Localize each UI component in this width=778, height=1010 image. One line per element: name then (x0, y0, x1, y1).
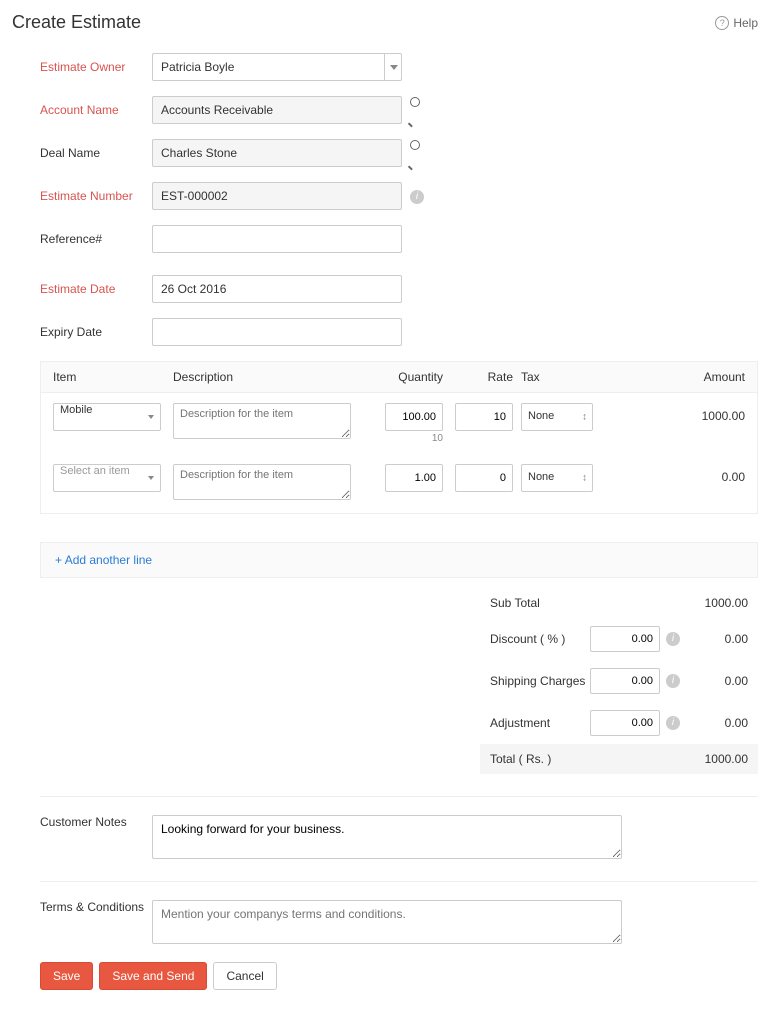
line-items-header: Item Description Quantity Rate Tax Amoun… (41, 362, 757, 393)
item-select[interactable]: Select an item (53, 464, 161, 492)
plus-icon: + (55, 553, 65, 567)
save-and-send-button[interactable]: Save and Send (99, 962, 207, 990)
shipping-label: Shipping Charges (490, 674, 590, 688)
terms-input[interactable] (152, 900, 622, 944)
chevron-down-icon[interactable] (384, 53, 402, 81)
col-rate-header: Rate (443, 370, 513, 384)
total-value: 1000.00 (590, 752, 748, 766)
add-line-link[interactable]: + Add another line (55, 553, 152, 567)
estimate-date-label: Estimate Date (40, 282, 152, 296)
estimate-date-input[interactable] (152, 275, 402, 303)
help-icon: ? (715, 16, 729, 30)
subtotal-label: Sub Total (490, 596, 590, 610)
amount-value: 0.00 (593, 464, 745, 484)
col-amt-header: Amount (593, 370, 745, 384)
shipping-input[interactable] (590, 668, 660, 694)
divider (40, 881, 758, 882)
quantity-input[interactable] (385, 403, 443, 431)
subtotal-value: 1000.00 (590, 596, 748, 610)
total-label: Total ( Rs. ) (490, 752, 590, 766)
page-title: Create Estimate (12, 12, 141, 33)
customer-notes-input[interactable] (152, 815, 622, 859)
shipping-value: 0.00 (686, 674, 748, 688)
col-tax-header: Tax (513, 370, 593, 384)
item-description-input[interactable] (173, 403, 351, 439)
tax-select[interactable]: None (521, 464, 593, 492)
search-icon[interactable] (410, 96, 424, 124)
expiry-date-label: Expiry Date (40, 325, 152, 339)
customer-notes-label: Customer Notes (40, 815, 152, 829)
col-item-header: Item (53, 370, 173, 384)
tax-select[interactable]: None (521, 403, 593, 431)
deal-name-label: Deal Name (40, 146, 152, 160)
info-icon[interactable]: i (666, 674, 680, 688)
discount-input[interactable] (590, 626, 660, 652)
divider (40, 796, 758, 797)
quantity-input[interactable] (385, 464, 443, 492)
help-label: Help (733, 16, 758, 30)
quantity-sub-label: 10 (373, 433, 443, 444)
estimate-number-input[interactable] (152, 182, 402, 210)
search-icon[interactable] (410, 139, 424, 167)
item-description-input[interactable] (173, 464, 351, 500)
amount-value: 1000.00 (593, 403, 745, 423)
estimate-owner-select[interactable] (152, 53, 402, 81)
save-button[interactable]: Save (40, 962, 93, 990)
adjustment-input[interactable] (590, 710, 660, 736)
adjustment-value: 0.00 (686, 716, 748, 730)
line-item-row: Select an item None 0.00 (41, 454, 757, 513)
rate-input[interactable] (455, 464, 513, 492)
adjustment-label: Adjustment (490, 716, 590, 730)
info-icon[interactable]: i (666, 716, 680, 730)
col-qty-header: Quantity (373, 370, 443, 384)
estimate-owner-label: Estimate Owner (40, 60, 152, 74)
deal-name-input[interactable] (152, 139, 402, 167)
reference-input[interactable] (152, 225, 402, 253)
account-name-label: Account Name (40, 103, 152, 117)
discount-label: Discount ( % ) (490, 632, 590, 646)
col-desc-header: Description (173, 370, 373, 384)
reference-label: Reference# (40, 232, 152, 246)
rate-input[interactable] (455, 403, 513, 431)
expiry-date-input[interactable] (152, 318, 402, 346)
estimate-number-label: Estimate Number (40, 189, 152, 203)
cancel-button[interactable]: Cancel (213, 962, 276, 990)
account-name-input[interactable] (152, 96, 402, 124)
info-icon[interactable]: i (410, 188, 424, 204)
item-select[interactable]: Mobile (53, 403, 161, 431)
line-item-row: Mobile 10 None 1000.00 (41, 393, 757, 454)
info-icon[interactable]: i (666, 632, 680, 646)
help-link[interactable]: ? Help (715, 16, 758, 30)
discount-value: 0.00 (686, 632, 748, 646)
terms-label: Terms & Conditions (40, 900, 152, 914)
